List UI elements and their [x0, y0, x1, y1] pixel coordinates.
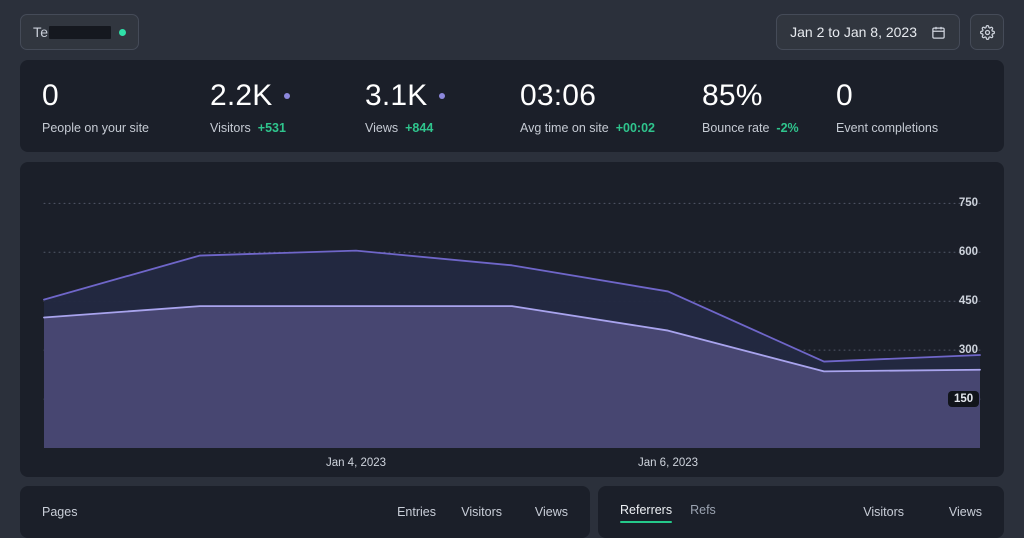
traffic-area-chart [43, 202, 981, 448]
referrers-tabs: Referrers Refs [620, 503, 716, 523]
y-axis-tick: 150 [948, 391, 980, 408]
site-name-text: Te [33, 24, 49, 40]
stat-value-row: 03:06 [520, 78, 680, 114]
referrers-panel: Referrers Refs Visitors Views [598, 486, 1004, 538]
date-range-picker[interactable]: Jan 2 to Jan 8, 2023 [776, 14, 960, 50]
stat-label-row: Visitors +531 [210, 121, 343, 135]
stat-delta: -2% [776, 120, 799, 135]
stat-value: 0 [836, 78, 853, 112]
column-entries: Entries [397, 505, 436, 519]
column-visitors: Visitors [461, 505, 502, 519]
stat-label-row: Avg time on site +00:02 [520, 121, 680, 135]
tab-referrers[interactable]: Referrers [620, 503, 673, 523]
pages-title: Pages [42, 505, 78, 519]
y-axis-tick: 450 [958, 295, 978, 308]
stat-label: Avg time on site [520, 120, 609, 135]
stat-value-row: 0 [836, 78, 938, 114]
gear-icon [979, 24, 995, 40]
stat-views[interactable]: 3.1K Views +844 [343, 78, 498, 135]
stat-visitors[interactable]: 2.2K Visitors +531 [188, 78, 343, 135]
stat-label: Views [365, 120, 399, 135]
column-visitors: Visitors [863, 505, 904, 519]
stat-event-completions[interactable]: 0 Event completions [814, 78, 938, 135]
stat-label-row: Views +844 [365, 121, 498, 135]
analytics-dashboard: Te Jan 2 to Jan 8, 2023 0 People on your… [0, 0, 1024, 538]
stat-label-row: Event completions [836, 121, 938, 135]
settings-button[interactable] [970, 14, 1004, 50]
site-selector[interactable]: Te [20, 14, 140, 50]
series-indicator-dot [438, 92, 445, 99]
online-status-dot [119, 28, 127, 36]
top-bar-actions: Jan 2 to Jan 8, 2023 [776, 14, 1004, 50]
stat-label: People on your site [42, 120, 150, 135]
x-axis-tick: Jan 6, 2023 [637, 457, 699, 469]
x-axis-tick: Jan 4, 2023 [325, 457, 387, 469]
stat-value-row: 2.2K [210, 78, 343, 114]
stat-bounce-rate[interactable]: 85% Bounce rate -2% [680, 78, 814, 135]
stats-summary-card: 0 People on your site 2.2K Visitors +531… [20, 60, 1004, 152]
stat-value: 3.1K [365, 78, 428, 112]
y-axis-tick: 600 [958, 246, 978, 259]
stat-value-row: 3.1K [365, 78, 498, 114]
stat-value: 85% [702, 78, 763, 112]
stat-value: 0 [42, 78, 59, 112]
tab-refs[interactable]: Refs [690, 503, 716, 522]
redacted-bar [49, 25, 112, 39]
column-views: Views [948, 505, 982, 519]
calendar-icon [931, 25, 946, 40]
stat-label: Event completions [836, 120, 939, 135]
stat-avg-time-on-site[interactable]: 03:06 Avg time on site +00:02 [498, 78, 680, 135]
y-axis-tick: 300 [958, 344, 978, 357]
stat-delta: +531 [257, 120, 286, 135]
series-indicator-dot [283, 92, 290, 99]
stat-value-row: 0 [42, 78, 188, 114]
pages-panel: Pages Entries Visitors Views [20, 486, 590, 538]
stat-value: 03:06 [520, 78, 597, 112]
pages-panel-header: Pages Entries Visitors Views [20, 486, 590, 538]
column-views: Views [534, 505, 568, 519]
stat-label-row: People on your site [42, 121, 188, 135]
top-bar: Te Jan 2 to Jan 8, 2023 [20, 12, 1004, 52]
date-range-label: Jan 2 to Jan 8, 2023 [790, 24, 917, 40]
stat-people-on-site[interactable]: 0 People on your site [20, 78, 188, 135]
traffic-chart-card[interactable]: 150 300 450 600 750 Jan 4, 2023 Jan 6, 2023 [20, 162, 1004, 477]
stat-delta: +844 [405, 120, 434, 135]
stat-value-row: 85% [702, 78, 814, 114]
stat-value: 2.2K [210, 78, 273, 112]
site-name: Te [33, 24, 112, 40]
stat-label: Visitors [210, 120, 251, 135]
y-axis-tick: 750 [958, 197, 978, 210]
stat-label-row: Bounce rate -2% [702, 121, 814, 135]
stat-delta: +00:02 [615, 120, 655, 135]
stat-label: Bounce rate [702, 120, 770, 135]
referrers-panel-header: Referrers Refs Visitors Views [598, 486, 1004, 538]
